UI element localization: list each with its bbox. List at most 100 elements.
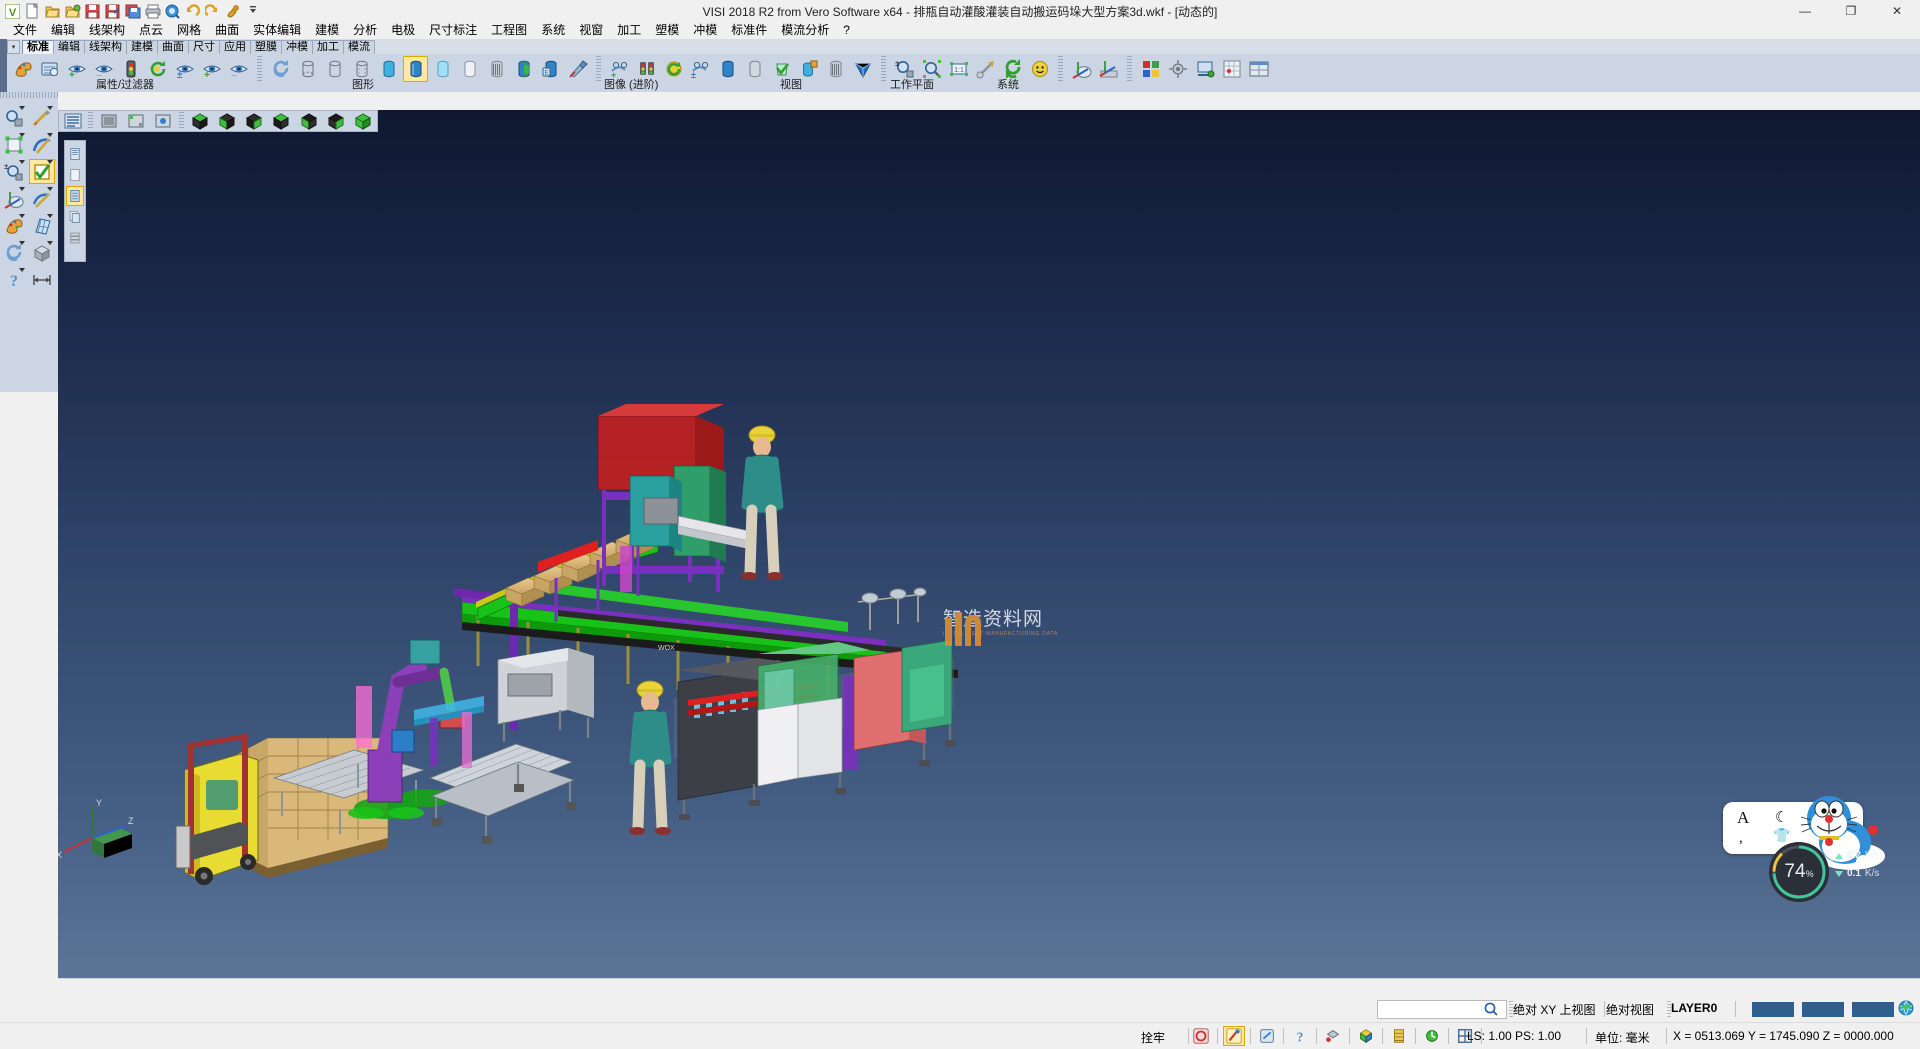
adv-show-icon[interactable]: + (607, 56, 632, 82)
view-face-icon[interactable] (1027, 56, 1052, 82)
menu-item-1[interactable]: 编辑 (44, 22, 82, 39)
view-iso5-icon[interactable] (296, 111, 321, 131)
menu-item-10[interactable]: 尺寸标注 (422, 22, 484, 39)
view-iso4-icon[interactable] (269, 111, 294, 131)
dropdown-caret-icon[interactable] (47, 133, 53, 137)
toolbar-tab-3[interactable]: 建模 (126, 40, 158, 54)
remove-visible-icon[interactable]: – (226, 56, 251, 82)
dropdown-caret-icon[interactable] (47, 241, 53, 245)
view-dynamic-icon[interactable] (151, 111, 176, 131)
section-view-icon[interactable] (511, 56, 536, 82)
new-file-icon[interactable] (23, 2, 42, 21)
refresh-view-icon[interactable] (145, 56, 170, 82)
dropdown-caret-icon[interactable] (47, 214, 53, 218)
status-box-1[interactable] (1752, 1002, 1794, 1017)
view-wire-icon[interactable] (123, 111, 148, 131)
menu-item-11[interactable]: 工程图 (484, 22, 534, 39)
select-check-icon[interactable] (29, 159, 55, 184)
dimension-tool-icon[interactable] (29, 267, 55, 292)
hide-entity-icon[interactable]: – (91, 56, 116, 82)
attribute-tool-icon[interactable] (1, 213, 27, 238)
save-icon[interactable] (83, 2, 102, 21)
mesh-view-icon[interactable] (484, 56, 509, 82)
adv-mesh-icon[interactable] (823, 56, 848, 82)
view-shaded-icon[interactable] (96, 111, 121, 131)
toggle-visibility-icon[interactable]: ± (172, 56, 197, 82)
paint-icon[interactable] (223, 2, 242, 21)
system-layer-icon[interactable] (1192, 56, 1217, 82)
qat-overflow-icon[interactable] (243, 2, 262, 21)
hidden-line-icon[interactable] (322, 56, 347, 82)
widget-cell-moon[interactable]: ☾ (1775, 808, 1788, 827)
toolbar-tab-0[interactable]: 标准 (22, 40, 54, 54)
status-box-3[interactable] (1852, 1002, 1894, 1017)
mini-sheet-icon[interactable] (66, 186, 84, 206)
workplane-define-icon[interactable] (1069, 56, 1094, 82)
menu-item-4[interactable]: 网格 (170, 22, 208, 39)
menu-item-7[interactable]: 建模 (308, 22, 346, 39)
add-visible-icon[interactable]: + (199, 56, 224, 82)
zoom-window-icon[interactable] (919, 56, 944, 82)
wireframe-view-icon[interactable] (295, 56, 320, 82)
toolbar-tab-2[interactable]: 线架构 (84, 40, 127, 54)
system-snap-icon[interactable] (1219, 56, 1244, 82)
regen-tool-icon[interactable] (1, 240, 27, 265)
adv-toggle-icon[interactable]: ± (688, 56, 713, 82)
menu-item-3[interactable]: 点云 (132, 22, 170, 39)
preview-icon[interactable] (163, 2, 182, 21)
dropdown-caret-icon[interactable] (19, 187, 25, 191)
maximize-button[interactable]: ❐ (1828, 0, 1874, 22)
widget-cell-comma[interactable]: , (1739, 830, 1743, 847)
surface-tool-icon[interactable] (29, 213, 55, 238)
zoom-in-icon[interactable]: ± (892, 56, 917, 82)
close-button[interactable]: ✕ (1874, 0, 1920, 22)
menu-item-5[interactable]: 曲面 (208, 22, 246, 39)
menu-item-14[interactable]: 加工 (610, 22, 648, 39)
snap-mid-icon[interactable] (1256, 1026, 1278, 1046)
mini-doc-icon[interactable] (66, 144, 84, 164)
mini-copy-icon[interactable] (66, 207, 84, 227)
zoom-fit-icon[interactable]: 1:1 (946, 56, 971, 82)
snap-grid-icon[interactable] (1190, 1026, 1212, 1046)
menu-item-8[interactable]: 分析 (346, 22, 384, 39)
workplane-tool-icon[interactable] (1, 186, 27, 211)
menu-item-19[interactable]: ? (836, 22, 857, 39)
curve-edit-icon[interactable] (29, 186, 55, 211)
dropdown-caret-icon[interactable] (19, 214, 25, 218)
system-colors-icon[interactable] (1138, 56, 1163, 82)
dropdown-caret-icon[interactable] (47, 160, 53, 164)
toolbar-tab-9[interactable]: 加工 (312, 40, 344, 54)
menu-item-12[interactable]: 系统 (534, 22, 572, 39)
snap-point-icon[interactable] (1223, 1026, 1245, 1046)
menu-item-0[interactable]: 文件 (6, 22, 44, 39)
adv-copy-icon[interactable] (796, 56, 821, 82)
render-settings-icon[interactable] (565, 56, 590, 82)
line-draw-icon[interactable] (29, 105, 55, 130)
save-as-icon[interactable] (103, 2, 122, 21)
dropdown-caret-icon[interactable] (19, 160, 25, 164)
view-iso3-icon[interactable] (242, 111, 267, 131)
redo-icon[interactable] (203, 2, 222, 21)
view-iso7-icon[interactable] (351, 111, 376, 131)
snap-layer-icon[interactable] (1388, 1026, 1410, 1046)
mini-page-icon[interactable] (66, 165, 84, 185)
adv-check-icon[interactable] (769, 56, 794, 82)
dynamic-section-icon[interactable]: E (538, 56, 563, 82)
adv-refresh-icon[interactable] (661, 56, 686, 82)
snap-entity-icon[interactable] (1322, 1026, 1344, 1046)
print-icon[interactable] (143, 2, 162, 21)
view-iso1-icon[interactable] (187, 111, 212, 131)
menu-item-6[interactable]: 实体编辑 (246, 22, 308, 39)
show-entity-icon[interactable]: + (64, 56, 89, 82)
toolbar-tab-6[interactable]: 应用 (219, 40, 251, 54)
system-window-icon[interactable] (1246, 56, 1271, 82)
regenerate-icon[interactable] (268, 56, 293, 82)
dropdown-caret-icon[interactable] (19, 106, 25, 110)
desktop-widget[interactable]: A ☾ , 👕 74% 0.2 K/s (1723, 792, 1913, 882)
view-iso6-icon[interactable] (323, 111, 348, 131)
3d-viewport[interactable]: WOX Y X Z 智造资料网 INTELLIGENT MANUFACTURIN… (58, 110, 1920, 996)
transparent-view-icon[interactable] (430, 56, 455, 82)
shaded-edges-icon[interactable] (376, 56, 401, 82)
viewport-bottom-strip[interactable] (58, 978, 1920, 997)
status-box-2[interactable] (1802, 1002, 1844, 1017)
